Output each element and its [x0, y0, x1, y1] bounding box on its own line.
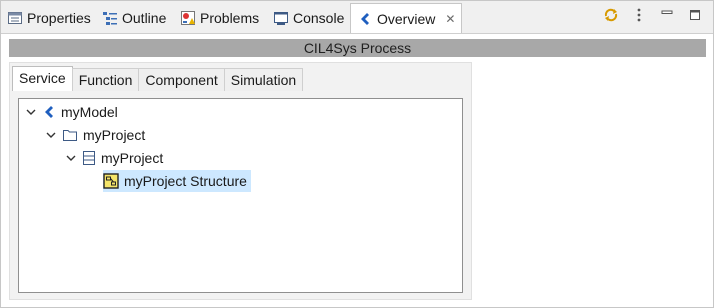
process-title: CIL4Sys Process: [9, 39, 706, 57]
structure-icon: [103, 173, 119, 189]
outline-icon: [102, 10, 118, 26]
console-icon: [273, 10, 289, 26]
properties-icon: [7, 10, 23, 26]
overview-view: Properties Outline Problems Console Over: [0, 0, 714, 308]
model-icon: [42, 104, 56, 120]
tree-node-label: myModel: [61, 104, 118, 120]
view-tab-bar: Properties Outline Problems Console Over: [1, 1, 713, 34]
tab-label: Overview: [377, 10, 436, 27]
tab-console[interactable]: Console: [273, 5, 344, 31]
project-icon: [82, 150, 96, 166]
close-icon[interactable]: ✕: [445, 12, 455, 26]
tree-node-myproject-structure[interactable]: myProject Structure: [103, 170, 251, 192]
chevron-down-icon[interactable]: [25, 106, 37, 118]
minimize-icon[interactable]: [659, 7, 675, 23]
overview-content: CIL4Sys Process Service Function Compone…: [1, 34, 713, 307]
tree-node-myproject-project[interactable]: myProject: [65, 147, 163, 169]
tab-label: Problems: [200, 10, 260, 26]
sync-icon[interactable]: [603, 7, 619, 23]
tab-outline[interactable]: Outline: [102, 5, 166, 31]
tree-node-myproject-folder[interactable]: myProject: [45, 124, 145, 146]
service-tree[interactable]: myModel myProject myProject myProject St…: [18, 98, 463, 293]
tree-node-mymodel[interactable]: myModel: [25, 101, 118, 123]
tab-label: Console: [293, 10, 345, 26]
overview-icon: [357, 11, 373, 27]
tab-properties[interactable]: Properties: [7, 5, 91, 31]
chevron-down-icon[interactable]: [65, 152, 77, 164]
problems-icon: [180, 10, 196, 26]
process-panel: Service Function Component Simulation my…: [9, 62, 472, 300]
inner-tab-bar: Service Function Component Simulation: [12, 66, 304, 91]
view-menu-icon[interactable]: [631, 7, 647, 23]
tab-problems[interactable]: Problems: [180, 5, 259, 31]
tab-service[interactable]: Service: [12, 66, 73, 91]
tree-node-label: myProject: [101, 150, 164, 166]
tab-component[interactable]: Component: [138, 68, 225, 91]
tab-simulation[interactable]: Simulation: [223, 68, 304, 91]
tree-node-label: myProject: [83, 127, 146, 143]
chevron-down-icon[interactable]: [45, 129, 57, 141]
tab-label: Outline: [122, 10, 167, 26]
folder-icon: [62, 128, 78, 142]
tab-overview[interactable]: Overview ✕: [350, 3, 463, 33]
tab-label: Properties: [27, 10, 91, 26]
tree-node-label: myProject Structure: [124, 173, 247, 189]
tab-function[interactable]: Function: [71, 68, 140, 91]
view-toolbar: [603, 7, 703, 23]
maximize-icon[interactable]: [687, 7, 703, 23]
